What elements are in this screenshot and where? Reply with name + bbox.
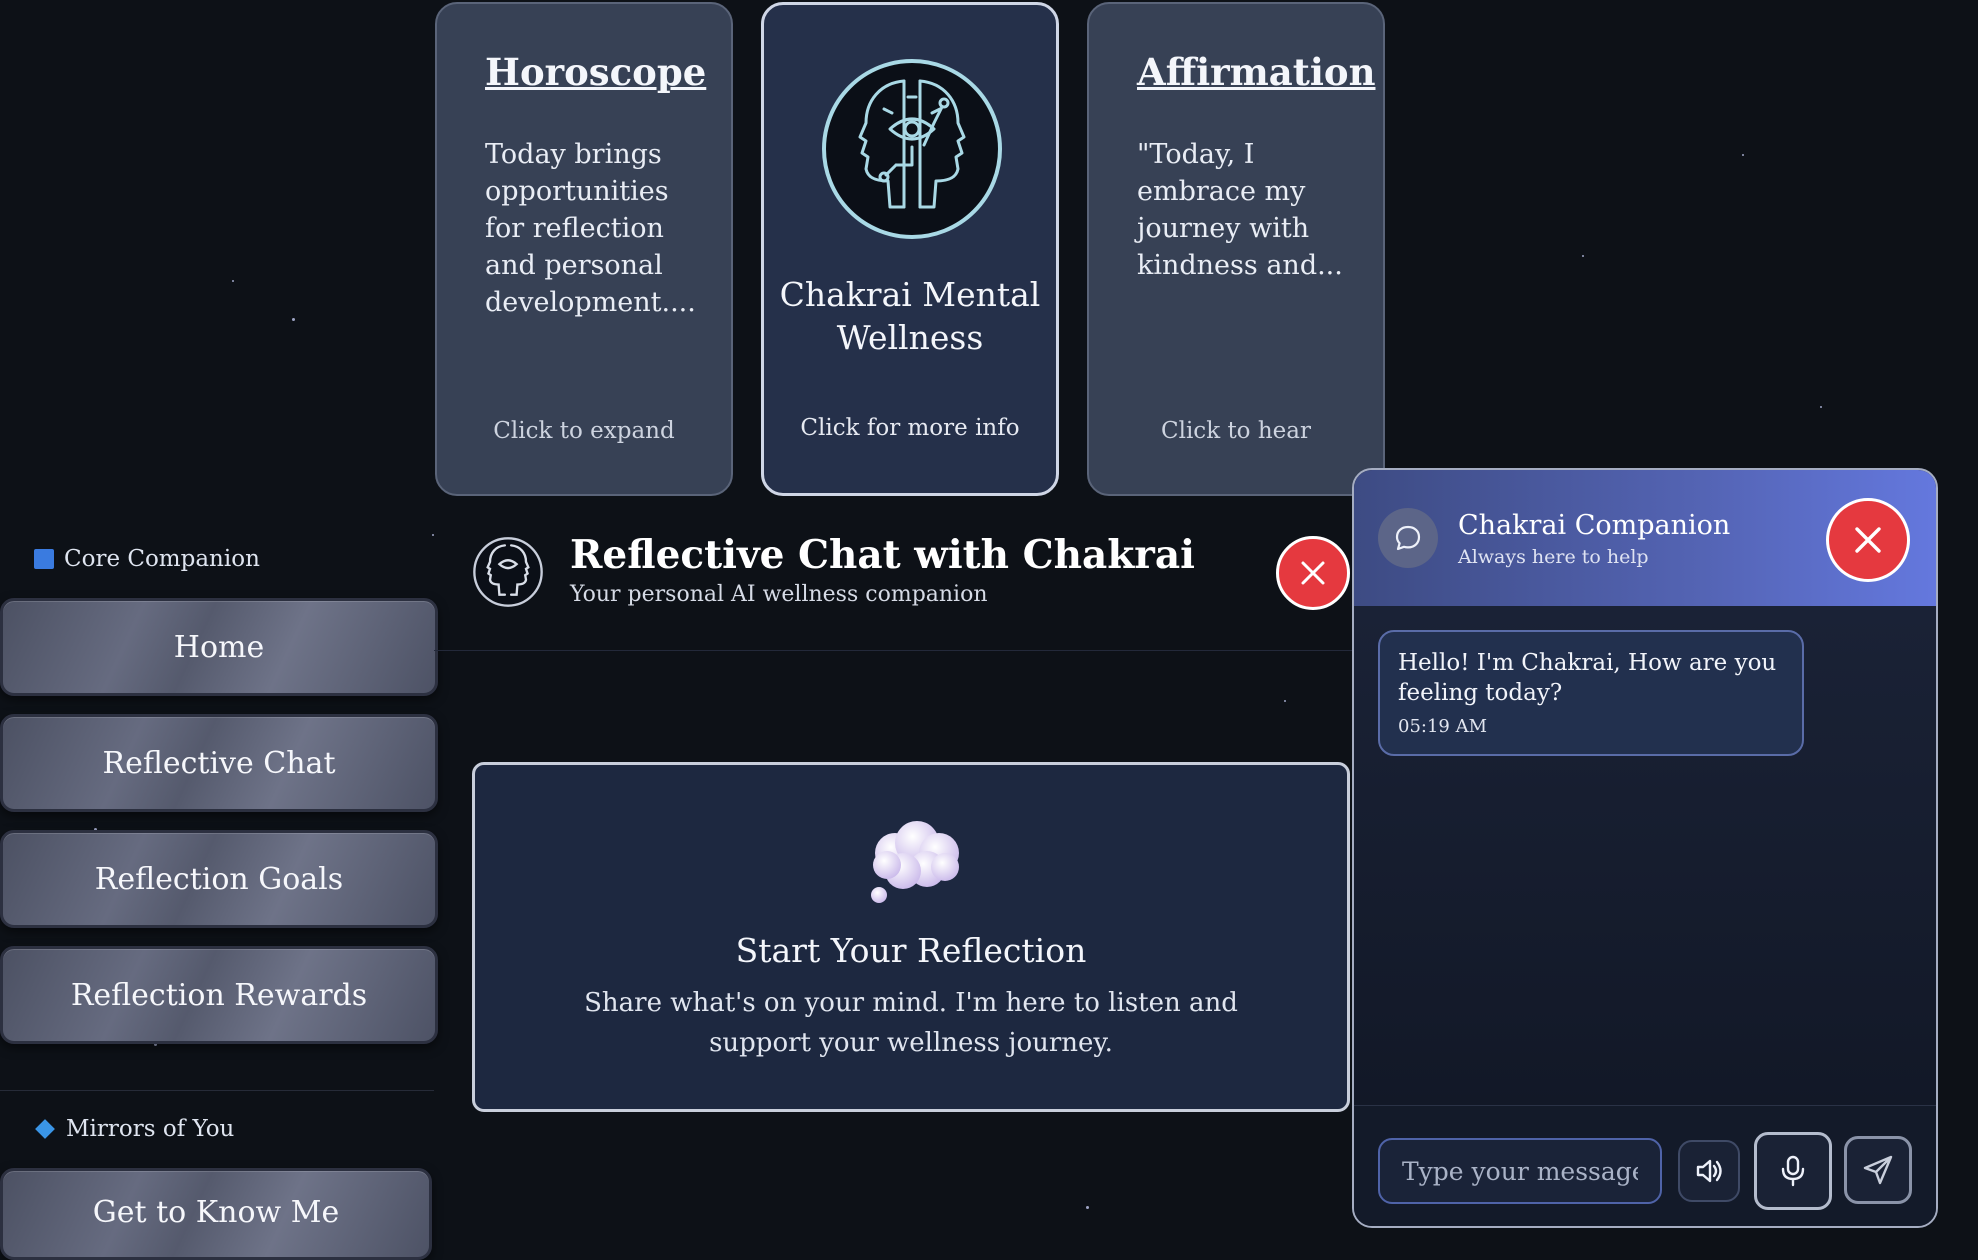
close-chat-button[interactable] xyxy=(1276,536,1350,610)
nav-get-to-know-me-button[interactable]: Get to Know Me xyxy=(0,1168,432,1260)
nav-label: Reflection Goals xyxy=(94,861,344,897)
affirmation-text: "Today, I embrace my journey with kindne… xyxy=(1137,139,1343,281)
sidebar-section-mirrors: Mirrors of You xyxy=(34,1116,234,1142)
chakrai-info-card[interactable]: Chakrai Mental Wellness Click for more i… xyxy=(761,2,1059,496)
affirmation-hint: Click to hear xyxy=(1161,418,1311,444)
section-label: Core Companion xyxy=(64,546,260,572)
chakrai-logo-icon xyxy=(473,537,543,607)
nav-reflection-rewards-button[interactable]: Reflection Rewards xyxy=(0,946,438,1044)
assistant-message: Hello! I'm Chakrai, How are you feeling … xyxy=(1378,630,1804,756)
nav-reflective-chat-button[interactable]: Reflective Chat xyxy=(0,714,438,812)
companion-status: Always here to help xyxy=(1458,546,1649,568)
nav-label: Get to Know Me xyxy=(92,1195,340,1230)
section-label: Mirrors of You xyxy=(66,1116,235,1142)
message-text: Hello! I'm Chakrai, How are you feeling … xyxy=(1398,650,1777,706)
close-icon xyxy=(1301,561,1325,585)
chat-title: Reflective Chat with Chakrai xyxy=(570,532,1195,578)
chat-header-divider xyxy=(434,650,1354,651)
companion-messages: Hello! I'm Chakrai, How are you feeling … xyxy=(1354,606,1936,1106)
composer xyxy=(1354,1105,1936,1226)
close-companion-button[interactable] xyxy=(1826,498,1910,582)
thought-cloud-icon xyxy=(871,821,959,903)
microphone-icon xyxy=(1781,1155,1805,1187)
send-button[interactable] xyxy=(1844,1136,1912,1204)
companion-avatar xyxy=(1378,508,1438,568)
send-icon xyxy=(1863,1155,1893,1185)
close-icon xyxy=(1855,527,1881,553)
blue-diamond-icon xyxy=(35,1119,55,1139)
affirmation-title: Affirmation xyxy=(1137,50,1376,94)
message-input[interactable] xyxy=(1378,1138,1662,1204)
nav-home-button[interactable]: Home xyxy=(0,598,438,696)
companion-name: Chakrai Companion xyxy=(1458,510,1731,541)
companion-header: Chakrai Companion Always here to help xyxy=(1354,470,1936,606)
horoscope-hint: Click to expand xyxy=(493,418,675,444)
sidebar-section-core: Core Companion xyxy=(34,546,260,572)
empty-state-text: Share what's on your mind. I'm here to l… xyxy=(584,988,1238,1058)
chat-bubble-icon xyxy=(1395,525,1421,551)
nav-label: Reflective Chat xyxy=(102,745,336,781)
nav-label: Home xyxy=(173,629,265,665)
chakrai-logo-icon xyxy=(822,59,1002,239)
nav-reflection-goals-button[interactable]: Reflection Goals xyxy=(0,830,438,928)
speaker-icon xyxy=(1696,1159,1722,1183)
chat-subtitle: Your personal AI wellness companion xyxy=(570,582,988,607)
microphone-button[interactable] xyxy=(1754,1132,1832,1210)
empty-state-panel: Start Your Reflection Share what's on yo… xyxy=(472,762,1350,1112)
affirmation-card[interactable]: Affirmation "Today, I embrace my journey… xyxy=(1087,2,1385,496)
horoscope-text: Today brings opportunities for reflectio… xyxy=(485,139,696,318)
message-timestamp: 05:19 AM xyxy=(1398,716,1488,737)
nav-label: Reflection Rewards xyxy=(70,977,368,1013)
companion-panel: Chakrai Companion Always here to help He… xyxy=(1352,468,1938,1228)
horoscope-card[interactable]: Horoscope Today brings opportunities for… xyxy=(435,2,733,496)
speaker-button[interactable] xyxy=(1678,1140,1740,1202)
chakrai-card-hint: Click for more info xyxy=(800,415,1020,441)
empty-state-title: Start Your Reflection xyxy=(735,931,1087,970)
sidebar-divider xyxy=(0,1090,434,1091)
blue-square-icon xyxy=(34,549,54,569)
chakrai-card-title: Chakrai Mental Wellness xyxy=(779,275,1041,357)
horoscope-title: Horoscope xyxy=(485,50,707,94)
